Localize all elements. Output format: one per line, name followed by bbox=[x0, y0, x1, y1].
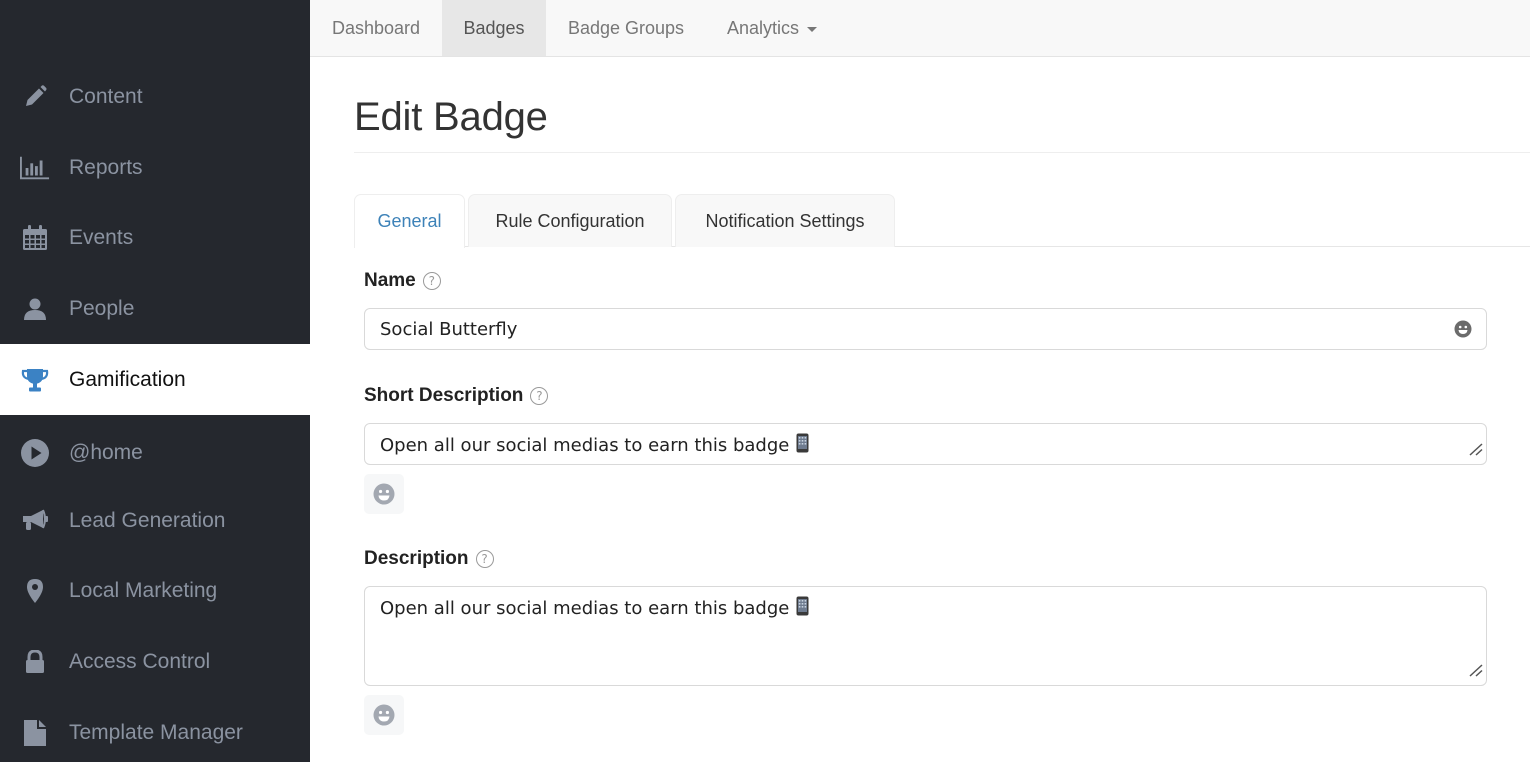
description-label-text: Description bbox=[364, 548, 469, 569]
name-label-text: Name bbox=[364, 270, 416, 291]
map-marker-icon bbox=[20, 576, 50, 606]
help-icon[interactable]: ? bbox=[530, 387, 549, 405]
sidebar-item-gamification[interactable]: Gamification bbox=[0, 344, 310, 415]
sidebar-item-people[interactable]: People bbox=[0, 273, 310, 344]
short-description-value: Open all our social medias to earn this … bbox=[380, 435, 790, 456]
nav-dashboard[interactable]: Dashboard bbox=[310, 0, 442, 56]
sidebar-item-label: Lead Generation bbox=[69, 508, 226, 532]
nav-dashboard-label: Dashboard bbox=[331, 17, 421, 38]
sidebar-item-label: People bbox=[69, 296, 135, 320]
mobile-phone-emoji-icon bbox=[796, 596, 809, 622]
title-divider bbox=[354, 152, 1530, 153]
tab-rule-configuration[interactable]: Rule Configuration bbox=[468, 194, 672, 247]
file-icon bbox=[20, 718, 50, 748]
lock-icon bbox=[20, 647, 50, 677]
trophy-icon bbox=[20, 365, 50, 395]
short-description-label-text: Short Description bbox=[364, 385, 524, 406]
tab-notification-settings[interactable]: Notification Settings bbox=[675, 194, 895, 247]
nav-badges-label: Badges bbox=[463, 17, 525, 38]
smiley-icon bbox=[373, 483, 395, 505]
name-input-value: Social Butterfly bbox=[380, 318, 518, 340]
sidebar-item-label: @home bbox=[69, 440, 143, 464]
smiley-icon bbox=[373, 704, 395, 726]
sidebar-item-label: Reports bbox=[69, 155, 143, 179]
sidebar-item-reports[interactable]: Reports bbox=[0, 132, 310, 203]
description-content: Open all our social medias to earn this … bbox=[380, 596, 809, 622]
description-emoji-button[interactable] bbox=[364, 695, 404, 735]
sidebar-item-label: Events bbox=[69, 225, 134, 249]
sidebar-item-label: Local Marketing bbox=[69, 578, 218, 602]
short-description-label: Short Description ? bbox=[364, 385, 549, 407]
sidebar-item-label: Gamification bbox=[69, 367, 186, 391]
sidebar-item-access-control[interactable]: Access Control bbox=[0, 626, 310, 697]
bar-chart-icon bbox=[20, 153, 50, 183]
sidebar-item-lead-generation[interactable]: Lead Generation bbox=[0, 485, 310, 556]
sidebar-item-events[interactable]: Events bbox=[0, 202, 310, 273]
sidebar-item-label: Template Manager bbox=[69, 720, 243, 744]
nav-badge-groups[interactable]: Badge Groups bbox=[546, 0, 706, 56]
sidebar-item-local-marketing[interactable]: Local Marketing bbox=[0, 555, 310, 626]
tab-general[interactable]: General bbox=[354, 194, 465, 248]
page-title: Edit Badge bbox=[354, 95, 548, 139]
description-label: Description ? bbox=[364, 548, 494, 570]
short-description-emoji-button[interactable] bbox=[364, 474, 404, 514]
nav-badges[interactable]: Badges bbox=[442, 0, 546, 56]
nav-analytics-dropdown[interactable]: Analytics bbox=[706, 0, 838, 56]
sidebar-item-content[interactable]: Content bbox=[0, 61, 310, 132]
nav-badge-groups-label: Badge Groups bbox=[567, 17, 685, 38]
name-input[interactable]: Social Butterfly bbox=[364, 308, 1487, 350]
top-navbar: Dashboard Badges Badge Groups Analytics bbox=[310, 0, 1530, 57]
sidebar: Content Reports Events People Gamificati bbox=[0, 0, 310, 762]
nav-analytics-label: Analytics bbox=[726, 17, 800, 38]
calendar-icon bbox=[20, 223, 50, 253]
emoji-picker-icon[interactable] bbox=[1454, 320, 1472, 343]
user-icon bbox=[20, 294, 50, 324]
megaphone-icon bbox=[20, 506, 50, 536]
pencil-icon bbox=[20, 82, 50, 112]
tab-general-label: General bbox=[377, 211, 442, 231]
caret-down-icon bbox=[807, 26, 818, 32]
tab-rule-configuration-label: Rule Configuration bbox=[495, 210, 645, 231]
sidebar-item-label: Content bbox=[69, 84, 143, 108]
description-value: Open all our social medias to earn this … bbox=[380, 598, 790, 619]
sidebar-item-home[interactable]: @home bbox=[0, 417, 310, 488]
resize-handle-icon[interactable] bbox=[1468, 440, 1484, 462]
short-description-content: Open all our social medias to earn this … bbox=[380, 433, 809, 459]
resize-handle-icon[interactable] bbox=[1468, 661, 1484, 683]
tab-notification-settings-label: Notification Settings bbox=[705, 210, 865, 231]
mobile-phone-emoji-icon bbox=[796, 433, 809, 459]
short-description-textarea[interactable]: Open all our social medias to earn this … bbox=[364, 423, 1487, 465]
sidebar-item-label: Access Control bbox=[69, 649, 211, 673]
help-icon[interactable]: ? bbox=[422, 272, 441, 290]
description-textarea[interactable]: Open all our social medias to earn this … bbox=[364, 586, 1487, 686]
name-label: Name ? bbox=[364, 270, 441, 292]
help-icon[interactable]: ? bbox=[475, 550, 494, 568]
play-circle-icon bbox=[20, 438, 50, 468]
sidebar-item-template-manager[interactable]: Template Manager bbox=[0, 697, 310, 762]
